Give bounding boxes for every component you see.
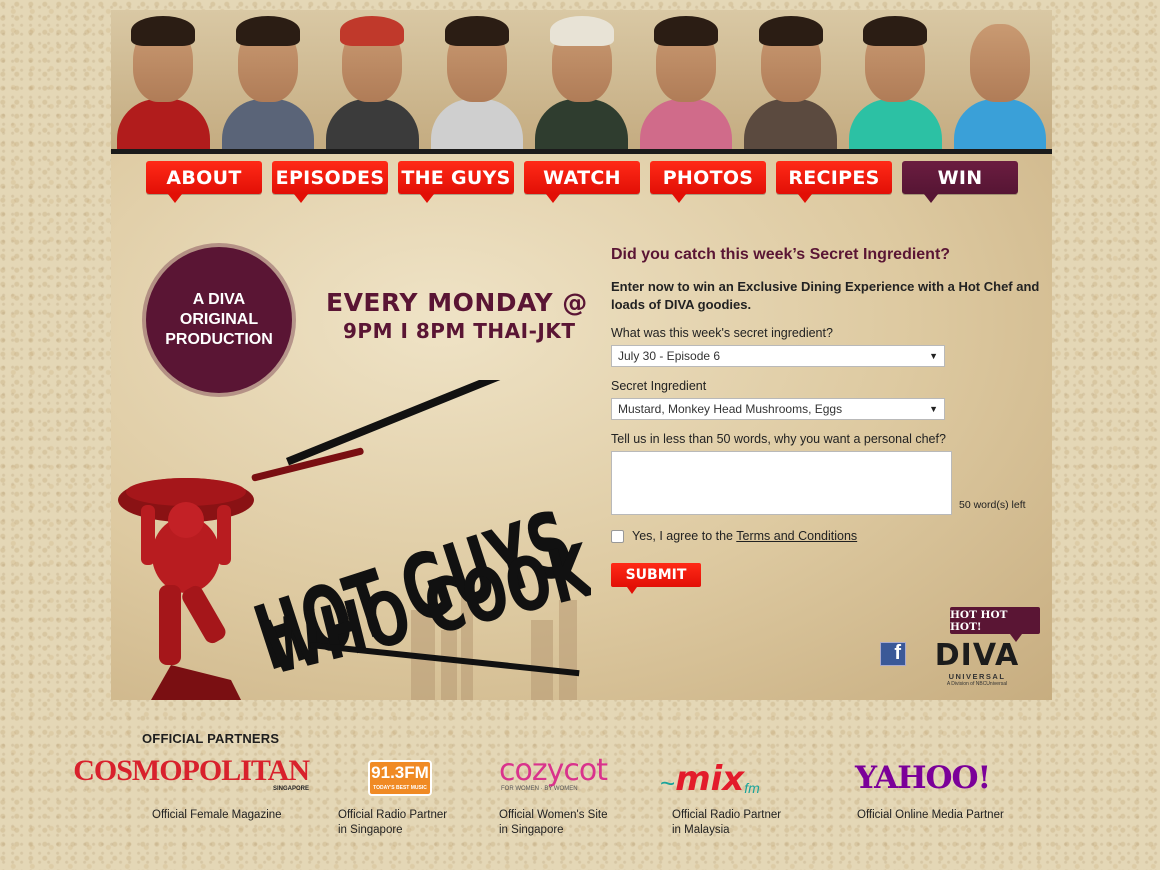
host-hair	[340, 16, 405, 46]
host-shirt	[430, 99, 524, 151]
partners-heading: OFFICIAL PARTNERS	[142, 731, 280, 746]
reason-group: 50 word(s) left	[611, 451, 1041, 517]
nav-tab-watch[interactable]: WATCH	[524, 161, 640, 203]
nav-tab-photos[interactable]: PHOTOS	[650, 161, 766, 203]
facebook-icon[interactable]: f	[880, 642, 906, 666]
host-portrait	[320, 10, 425, 151]
host-portrait	[843, 10, 948, 151]
partner-mixfm[interactable]: ~ mix fm Official Radio Partner in Malay…	[660, 756, 781, 838]
host-shirt	[744, 99, 837, 151]
badge-line-2: ORIGINAL	[179, 311, 259, 328]
nav-tab-win[interactable]: WIN	[902, 161, 1018, 203]
schedule-day: EVERY MONDAY @	[326, 288, 588, 317]
terms-checkbox[interactable]	[611, 529, 624, 543]
host-portrait	[216, 10, 321, 151]
ingredient-question-label: Secret Ingredient	[611, 379, 707, 393]
partner-caption: Official Radio Partner in Malaysia	[672, 809, 782, 836]
badge-line-3: PRODUCTION	[165, 331, 273, 348]
episode-question-label: What was this week's secret ingredient?	[611, 326, 833, 340]
nav-tab-recipes[interactable]: RECIPES	[776, 161, 892, 203]
main-panel: ABOUT EPISODES THE GUYS WATCH PHOTOS REC…	[111, 10, 1052, 700]
host-portrait	[111, 10, 216, 151]
host-shirt	[117, 99, 210, 151]
show-logo-artwork: HOT GUYS WHO COOK	[118, 380, 591, 700]
host-portrait	[529, 10, 634, 151]
dropdown-caret-icon: ▼	[929, 351, 938, 361]
host-hair	[549, 16, 614, 46]
episode-select[interactable]: July 30 - Episode 6 ▼	[611, 345, 945, 367]
host-portrait	[634, 10, 739, 151]
nav-tab-the-guys[interactable]: THE GUYS	[398, 161, 514, 203]
partner-caption: Official Women's Site in Singapore	[499, 809, 608, 836]
partner-cozycot[interactable]: cozycot FOR WOMEN · BY WOMEN Official Wo…	[499, 756, 608, 838]
host-hair	[235, 16, 300, 46]
diva-original-badge: A DIVA ORIGINAL PRODUCTION	[146, 247, 292, 393]
word-count: 50 word(s) left	[959, 499, 1026, 511]
terms-agree-row: Yes, I agree to the Terms and Conditions	[611, 529, 1041, 543]
ingredient-select-value: Mustard, Monkey Head Mushrooms, Eggs	[618, 402, 843, 416]
nav-tab-about[interactable]: ABOUT	[146, 161, 262, 203]
hot-hot-hot-tag: HOT HOT HOT!	[950, 607, 1040, 642]
contest-form: Did you catch this week’s Secret Ingredi…	[611, 246, 1041, 594]
host-hair	[968, 16, 1032, 46]
host-portrait	[425, 10, 530, 151]
diva-wordmark: DIVA	[934, 638, 1020, 673]
partner-caption: Official Radio Partner in Singapore	[338, 809, 448, 836]
header-banner	[111, 10, 1052, 151]
schedule-time: 9PM I 8PM THAI-JKT	[343, 319, 576, 343]
partner-yahoo[interactable]: YAHOO! Official Online Media Partner	[855, 756, 1004, 823]
cozycot-logo: cozycot FOR WOMEN · BY WOMEN	[499, 753, 608, 793]
form-intro: Enter now to win an Exclusive Dining Exp…	[611, 279, 1040, 312]
dropdown-caret-icon: ▼	[929, 404, 938, 414]
host-shirt	[221, 99, 315, 151]
host-shirt	[639, 99, 733, 151]
badge-line-1: A DIVA	[192, 291, 246, 308]
host-shirt	[326, 99, 419, 151]
host-portrait	[948, 10, 1053, 151]
ingredient-select[interactable]: Mustard, Monkey Head Mushrooms, Eggs ▼	[611, 398, 945, 420]
host-hair	[863, 16, 928, 46]
reason-textarea[interactable]	[611, 451, 952, 515]
terms-link[interactable]: Terms and Conditions	[736, 529, 857, 543]
host-hair	[131, 16, 196, 46]
form-title: Did you catch this week’s Secret Ingredi…	[611, 246, 951, 263]
913fm-logo: 91.3FM TODAY'S BEST MUSIC	[338, 756, 447, 796]
yahoo-logo: YAHOO!	[855, 760, 991, 796]
host-shirt	[848, 99, 942, 151]
mixfm-logo: ~ mix fm	[660, 759, 760, 799]
diva-subtitle: UNIVERSAL	[948, 672, 1006, 681]
host-shirt	[953, 99, 1047, 151]
host-shirt	[535, 99, 628, 151]
host-hair	[444, 16, 509, 46]
diva-division-note: A Division of NBCUniversal	[946, 681, 1008, 687]
episode-select-value: July 30 - Episode 6	[618, 349, 721, 363]
partner-caption: Official Female Magazine	[152, 809, 282, 821]
host-hair	[758, 16, 823, 46]
cosmopolitan-logo: COSMOPOLITAN SINGAPORE	[73, 754, 310, 793]
partner-caption: Official Online Media Partner	[857, 809, 1004, 821]
main-nav: ABOUT EPISODES THE GUYS WATCH PHOTOS REC…	[146, 161, 1018, 207]
submit-button[interactable]: SUBMIT	[611, 563, 701, 594]
reason-question-label: Tell us in less than 50 words, why you w…	[611, 432, 946, 446]
partner-cosmopolitan[interactable]: COSMOPOLITAN SINGAPORE Official Female M…	[73, 754, 310, 823]
nav-tab-episodes[interactable]: EPISODES	[272, 161, 388, 203]
terms-agree-text: Yes, I agree to the	[632, 529, 734, 543]
diva-universal-logo: DIVA UNIVERSAL A Division of NBCUniversa…	[927, 638, 1027, 688]
host-hair	[654, 16, 719, 46]
header-divider	[111, 149, 1052, 154]
partner-913fm[interactable]: 91.3FM TODAY'S BEST MUSIC Official Radio…	[338, 756, 447, 838]
host-portrait	[738, 10, 843, 151]
